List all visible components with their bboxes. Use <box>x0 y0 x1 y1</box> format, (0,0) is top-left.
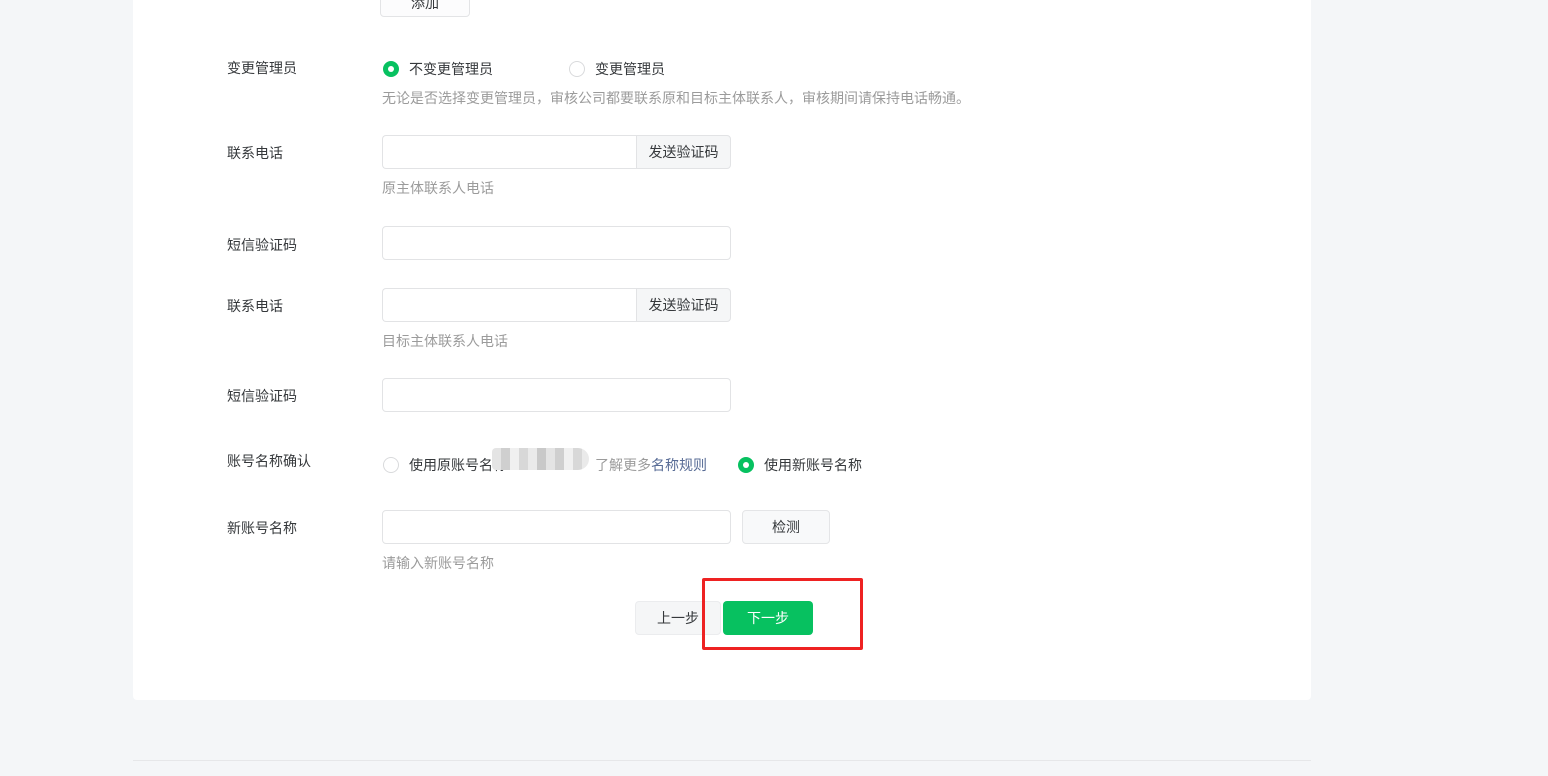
account-name-confirm-group: 使用原账号名称 了解更多 名称规则 使用新账号名称 <box>383 455 862 475</box>
next-step-button[interactable]: 下一步 <box>723 601 813 635</box>
add-button[interactable]: 添加 <box>380 0 470 17</box>
radio-no-admin-change[interactable] <box>383 61 399 77</box>
page: 添加 变更管理员 不变更管理员 变更管理员 无论是否选择变更管理员，审核公司都要… <box>0 0 1548 776</box>
target-phone-group: 发送验证码 <box>382 288 731 322</box>
original-send-code-button[interactable]: 发送验证码 <box>636 135 731 169</box>
footer-divider <box>133 760 1311 761</box>
radio-admin-change-label[interactable]: 变更管理员 <box>595 59 665 79</box>
radio-use-new-name[interactable] <box>738 457 754 473</box>
check-name-button[interactable]: 检测 <box>742 510 830 544</box>
radio-use-new-name-label[interactable]: 使用新账号名称 <box>764 455 862 475</box>
prev-step-button[interactable]: 上一步 <box>635 601 721 635</box>
admin-change-help: 无论是否选择变更管理员，审核公司都要联系原和目标主体联系人，审核期间请保持电话畅… <box>382 90 970 106</box>
target-phone-help: 目标主体联系人电话 <box>382 333 508 349</box>
original-sms-input[interactable] <box>382 226 731 260</box>
target-sms-label: 短信验证码 <box>227 388 297 404</box>
learn-more-text: 了解更多 <box>595 455 651 475</box>
radio-no-admin-change-label[interactable]: 不变更管理员 <box>409 59 493 79</box>
name-rules-link[interactable]: 名称规则 <box>651 455 707 475</box>
account-name-confirm-label: 账号名称确认 <box>227 453 311 469</box>
radio-use-original-name[interactable] <box>383 457 399 473</box>
original-phone-input[interactable] <box>382 135 636 169</box>
target-phone-label: 联系电话 <box>227 298 283 314</box>
new-account-name-help: 请输入新账号名称 <box>382 555 494 571</box>
target-sms-input[interactable] <box>382 378 731 412</box>
original-phone-help: 原主体联系人电话 <box>382 180 494 196</box>
new-account-name-label: 新账号名称 <box>227 520 297 536</box>
new-account-name-input[interactable] <box>382 510 731 544</box>
admin-change-label: 变更管理员 <box>227 60 297 76</box>
original-phone-label: 联系电话 <box>227 145 283 161</box>
original-phone-group: 发送验证码 <box>382 135 731 169</box>
admin-change-radio-group: 不变更管理员 变更管理员 <box>383 59 665 79</box>
original-sms-label: 短信验证码 <box>227 237 297 253</box>
redacted-original-account-name <box>492 448 589 470</box>
target-send-code-button[interactable]: 发送验证码 <box>636 288 731 322</box>
radio-admin-change[interactable] <box>569 61 585 77</box>
form-card: 添加 变更管理员 不变更管理员 变更管理员 无论是否选择变更管理员，审核公司都要… <box>133 0 1311 700</box>
target-phone-input[interactable] <box>382 288 636 322</box>
